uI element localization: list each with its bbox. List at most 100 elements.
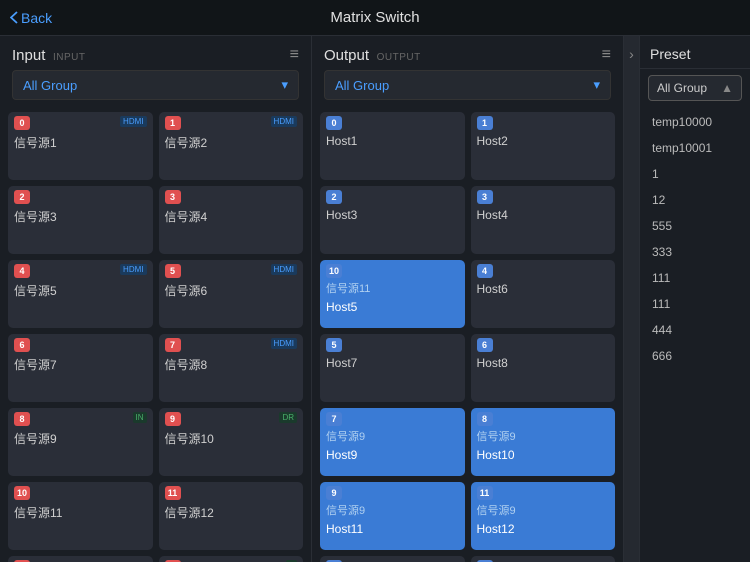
cell-name: 信号源10 — [165, 430, 298, 447]
cell-id-badge: 7 — [165, 338, 181, 352]
input-cell[interactable]: 3 信号源4 — [159, 186, 304, 254]
preset-item[interactable]: 1 — [640, 161, 750, 187]
cell-id-badge: 0 — [326, 116, 342, 130]
preset-group-selector[interactable]: All Group ▲ — [648, 75, 742, 101]
input-cell[interactable]: 5 HDMI 信号源6 — [159, 260, 304, 328]
input-cell[interactable]: 7 HDMI 信号源8 — [159, 334, 304, 402]
output-cell[interactable]: 9 信号源9 Host11 — [320, 482, 465, 550]
cell-tag: HDMI — [271, 264, 297, 275]
output-cell[interactable]: 10 信号源11 Host5 — [320, 260, 465, 328]
cell-id-badge: 3 — [477, 190, 493, 204]
cell-id-badge: 6 — [477, 338, 493, 352]
preset-item[interactable]: 444 — [640, 317, 750, 343]
input-cell[interactable]: 0 HDMI 信号源1 — [8, 112, 153, 180]
cell-id-badge: 5 — [165, 264, 181, 278]
input-cell[interactable]: 27 P 信号源13-1 — [159, 556, 304, 562]
output-grid-container: 0 Host1 1 Host2 2 Host3 3 Host4 1 0 — [312, 108, 623, 562]
preset-item[interactable]: 12 — [640, 187, 750, 213]
cell-tag: HDMI — [271, 116, 297, 127]
output-group-chevron-icon: ▾ — [593, 77, 600, 93]
cell-name: Host3 — [326, 208, 459, 222]
cell-name: Host8 — [477, 356, 610, 370]
output-cell[interactable]: 8 信号源9 Host10 — [471, 408, 616, 476]
output-cell[interactable]: 2 Host3 — [320, 186, 465, 254]
cell-id-badge: 6 — [14, 338, 30, 352]
cell-id-badge: 0 — [14, 116, 30, 130]
input-cell[interactable]: 2 信号源3 — [8, 186, 153, 254]
cell-tag: IN — [133, 412, 147, 423]
input-panel: Input INPUT ≡ All Group ▾ 0 HDMI 信号源1 1 … — [0, 36, 312, 562]
panels-container: Input INPUT ≡ All Group ▾ 0 HDMI 信号源1 1 … — [0, 36, 624, 562]
output-panel: Output OUTPUT ≡ All Group ▾ 0 Host1 1 Ho… — [312, 36, 624, 562]
input-cell[interactable]: 4 HDMI 信号源5 — [8, 260, 153, 328]
page-title: Matrix Switch — [330, 9, 419, 26]
cell-name: 信号源4 — [165, 208, 298, 225]
cell-name: Host2 — [477, 134, 610, 148]
input-cell[interactable]: 11 信号源12 — [159, 482, 304, 550]
output-title-group: Output OUTPUT — [324, 47, 421, 64]
input-subtitle: INPUT — [53, 52, 86, 63]
preset-item[interactable]: 333 — [640, 239, 750, 265]
output-cell[interactable]: 12 Host13 — [320, 556, 465, 562]
input-panel-header: Input INPUT ≡ — [0, 36, 311, 70]
preset-item[interactable]: 111 — [640, 291, 750, 317]
input-cell[interactable]: 12 信号源13 — [8, 556, 153, 562]
cell-id-badge: 5 — [326, 338, 342, 352]
header: Back Matrix Switch — [0, 0, 750, 36]
cell-name: Host11 — [326, 522, 459, 536]
output-cell[interactable]: 3 Host4 — [471, 186, 616, 254]
preset-item[interactable]: temp10001 — [640, 135, 750, 161]
cell-id-badge: 11 — [477, 486, 493, 500]
sidebar-collapse-button[interactable]: › — [624, 36, 640, 562]
output-menu-icon[interactable]: ≡ — [602, 46, 611, 64]
output-cell[interactable]: 1 Host2 — [471, 112, 616, 180]
cell-name: Host6 — [477, 282, 610, 296]
output-cell[interactable]: 11 信号源9 Host12 — [471, 482, 616, 550]
input-cell[interactable]: 1 HDMI 信号源2 — [159, 112, 304, 180]
input-title: Input — [12, 47, 45, 64]
preset-title: Preset — [640, 36, 750, 69]
cell-name: 信号源5 — [14, 282, 147, 299]
input-cell[interactable]: 10 信号源11 — [8, 482, 153, 550]
cell-sub-label: 信号源9 — [326, 428, 459, 444]
cell-sub-label: 信号源9 — [477, 502, 610, 518]
input-cell[interactable]: 8 IN 信号源9 — [8, 408, 153, 476]
preset-item[interactable]: 555 — [640, 213, 750, 239]
main-content: Input INPUT ≡ All Group ▾ 0 HDMI 信号源1 1 … — [0, 36, 750, 562]
output-subtitle: OUTPUT — [377, 52, 421, 63]
input-cell[interactable]: 9 DR 信号源10 — [159, 408, 304, 476]
output-group-selector[interactable]: All Group ▾ — [324, 70, 611, 100]
cell-name: 信号源7 — [14, 356, 147, 373]
input-grid-container: 0 HDMI 信号源1 1 HDMI 信号源2 2 信号源3 3 信号源4 — [0, 108, 311, 562]
input-cell[interactable]: 6 信号源7 — [8, 334, 153, 402]
back-button[interactable]: Back — [10, 10, 52, 26]
preset-item[interactable]: 111 — [640, 265, 750, 291]
preset-item[interactable]: temp10000 — [640, 109, 750, 135]
cell-id-badge: 1 — [477, 116, 493, 130]
output-grid: 0 Host1 1 Host2 2 Host3 3 Host4 1 0 — [320, 112, 615, 562]
output-cell[interactable]: 6 Host8 — [471, 334, 616, 402]
input-group-label: All Group — [23, 78, 77, 93]
input-menu-icon[interactable]: ≡ — [290, 46, 299, 64]
output-cell[interactable]: 7 信号源9 Host9 — [320, 408, 465, 476]
preset-item[interactable]: 666 — [640, 343, 750, 369]
output-group-label: All Group — [335, 78, 389, 93]
output-cell[interactable]: 5 Host7 — [320, 334, 465, 402]
cell-tag: DR — [279, 412, 297, 423]
input-group-selector[interactable]: All Group ▾ — [12, 70, 299, 100]
input-title-group: Input INPUT — [12, 47, 86, 64]
cell-name: Host5 — [326, 300, 459, 314]
cell-id-badge: 2 — [326, 190, 342, 204]
cell-id-badge: 11 — [165, 486, 181, 500]
preset-group-chevron-icon: ▲ — [721, 81, 733, 95]
cell-id-badge: 8 — [477, 412, 493, 426]
output-cell[interactable]: 0 Host1 — [320, 112, 465, 180]
cell-name: Host12 — [477, 522, 610, 536]
cell-tag: HDMI — [120, 116, 146, 127]
output-cell[interactable]: 4 Host6 — [471, 260, 616, 328]
back-chevron-icon — [10, 11, 18, 24]
cell-id-badge: 4 — [477, 264, 493, 278]
preset-list: temp10000temp10001112555333111111444666 — [640, 107, 750, 562]
output-cell[interactable]: 13 Host14 — [471, 556, 616, 562]
cell-id-badge: 7 — [326, 412, 342, 426]
